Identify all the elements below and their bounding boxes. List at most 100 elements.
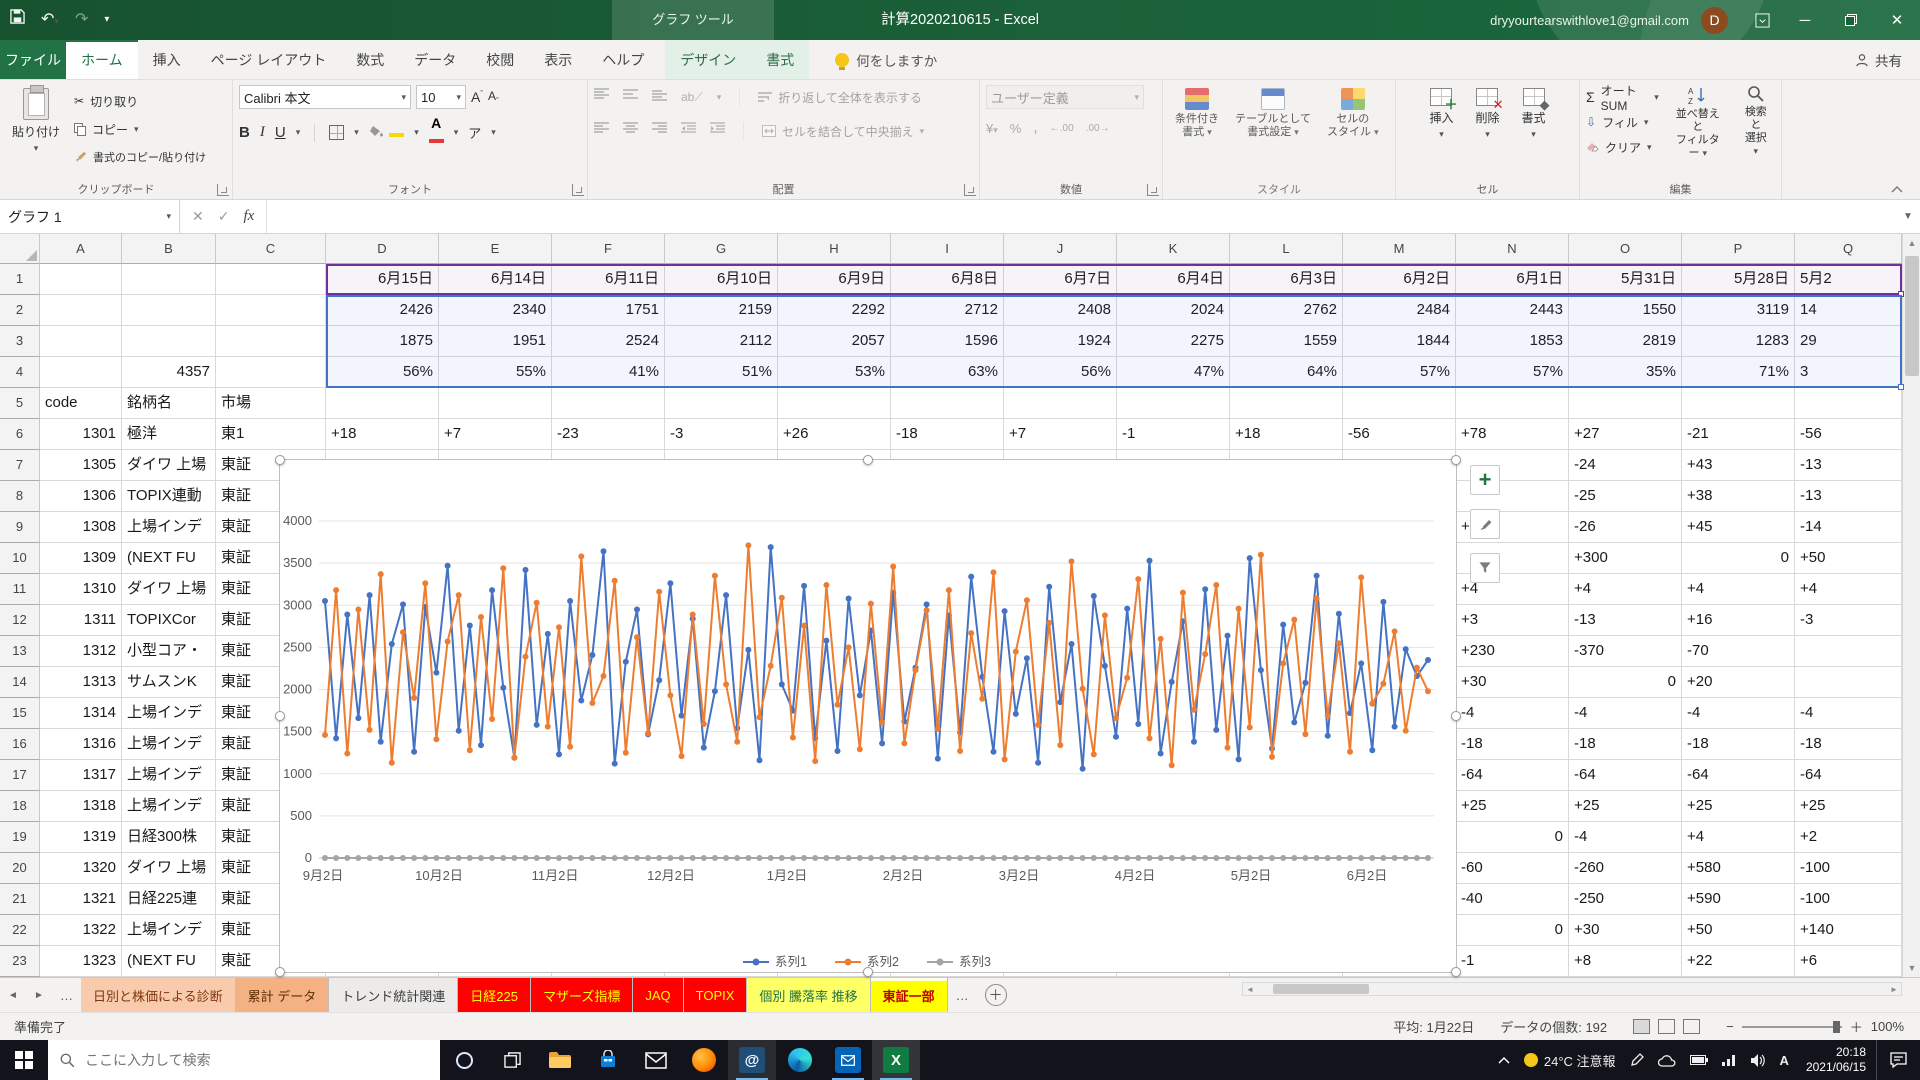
cell-P11[interactable]: +4 [1682, 574, 1795, 605]
cell-Q8[interactable]: -13 [1795, 481, 1902, 512]
cell-D3[interactable]: 1875 [326, 326, 439, 357]
store-button[interactable] [584, 1040, 632, 1080]
cell-O15[interactable]: -4 [1569, 698, 1682, 729]
delete-cells-button[interactable]: ✕ 削除▾ [1469, 85, 1505, 143]
outlook-button[interactable] [824, 1040, 872, 1080]
cell-N21[interactable]: -40 [1456, 884, 1569, 915]
tab-formulas[interactable]: 数式 [341, 40, 399, 79]
cell-A9[interactable]: 1308 [40, 512, 122, 543]
comma-style-button[interactable]: , [1033, 119, 1037, 137]
fill-color-button[interactable] [369, 124, 404, 142]
account-avatar[interactable]: D [1701, 7, 1728, 34]
tab-data[interactable]: データ [399, 40, 471, 79]
cortana-button[interactable] [440, 1040, 488, 1080]
cell-O22[interactable]: +30 [1569, 915, 1682, 946]
number-dialog-launcher[interactable] [1147, 184, 1159, 196]
cell-Q3[interactable]: 29 [1795, 326, 1902, 357]
cell-Q15[interactable]: -4 [1795, 698, 1902, 729]
sheet-more-left[interactable]: … [52, 978, 81, 1012]
borders-button[interactable] [329, 125, 344, 140]
cell-N20[interactable]: -60 [1456, 853, 1569, 884]
row-header-1[interactable]: 1 [0, 264, 40, 295]
cell-Q14[interactable] [1795, 667, 1902, 698]
cell-P9[interactable]: +45 [1682, 512, 1795, 543]
insert-function-icon[interactable]: fx [243, 208, 254, 225]
ime-indicator[interactable]: A [1773, 1040, 1796, 1080]
sheet-nav-left-icon[interactable]: ◄ [0, 978, 26, 1012]
align-top-icon[interactable] [594, 88, 609, 106]
cell-Q4[interactable]: 3 [1795, 357, 1902, 388]
cell-N5[interactable] [1456, 388, 1569, 419]
cell-J1[interactable]: 6月7日 [1004, 264, 1117, 295]
fill-button[interactable]: ⇩フィル▾ [1586, 112, 1659, 132]
cell-O6[interactable]: +27 [1569, 419, 1682, 450]
tray-chevron-icon[interactable] [1491, 1040, 1517, 1080]
cell-P6[interactable]: -21 [1682, 419, 1795, 450]
cell-Q17[interactable]: -64 [1795, 760, 1902, 791]
cell-Q5[interactable] [1795, 388, 1902, 419]
cell-B11[interactable]: ダイワ 上場 [122, 574, 216, 605]
cell-Q18[interactable]: +25 [1795, 791, 1902, 822]
shrink-font-button[interactable]: Aˇ [488, 89, 499, 105]
cell-P22[interactable]: +50 [1682, 915, 1795, 946]
cell-P18[interactable]: +25 [1682, 791, 1795, 822]
cell-O17[interactable]: -64 [1569, 760, 1682, 791]
percent-style-button[interactable]: % [1010, 121, 1022, 136]
col-header-H[interactable]: H [778, 234, 891, 264]
cell-M5[interactable] [1343, 388, 1456, 419]
cell-O13[interactable]: -370 [1569, 636, 1682, 667]
sheet-tab-個別 騰落率 推移[interactable]: 個別 騰落率 推移 [747, 978, 870, 1012]
increase-decimal-button[interactable]: ←.00 [1050, 123, 1074, 134]
cell-C6[interactable]: 東1 [216, 419, 326, 450]
cell-O11[interactable]: +4 [1569, 574, 1682, 605]
sheet-tab-東証一部[interactable]: 東証一部 [871, 978, 948, 1012]
chart-filter-button[interactable] [1470, 553, 1500, 583]
cell-F4[interactable]: 41% [552, 357, 665, 388]
cell-P19[interactable]: +4 [1682, 822, 1795, 853]
cell-B22[interactable]: 上場インデ [122, 915, 216, 946]
formula-input[interactable] [267, 200, 1896, 233]
cell-J3[interactable]: 1924 [1004, 326, 1117, 357]
row-header-20[interactable]: 20 [0, 853, 40, 884]
cell-A16[interactable]: 1316 [40, 729, 122, 760]
cell-G5[interactable] [665, 388, 778, 419]
number-format-combo[interactable]: ユーザー定義▾ [986, 85, 1144, 109]
row-header-13[interactable]: 13 [0, 636, 40, 667]
row-header-22[interactable]: 22 [0, 915, 40, 946]
cell-D1[interactable]: 6月15日 [326, 264, 439, 295]
cell-A5[interactable]: code [40, 388, 122, 419]
cell-P20[interactable]: +580 [1682, 853, 1795, 884]
cell-F2[interactable]: 1751 [552, 295, 665, 326]
cell-N13[interactable]: +230 [1456, 636, 1569, 667]
col-header-Q[interactable]: Q [1795, 234, 1902, 264]
battery-tray-icon[interactable] [1683, 1040, 1715, 1080]
grow-font-button[interactable]: Aˆ [471, 89, 483, 105]
cell-Q21[interactable]: -100 [1795, 884, 1902, 915]
format-cells-button[interactable]: ◆ 書式▾ [1516, 85, 1552, 143]
decrease-indent-icon[interactable] [681, 122, 696, 140]
cell-A2[interactable] [40, 295, 122, 326]
share-button[interactable]: 共有 [1837, 40, 1920, 79]
cell-E6[interactable]: +7 [439, 419, 552, 450]
sheet-tab-日別と株価による診断[interactable]: 日別と株価による診断 [81, 978, 236, 1012]
font-size-combo[interactable]: 10▾ [416, 85, 466, 109]
find-select-button[interactable]: 検索と選択 ▾ [1737, 85, 1775, 163]
tab-help[interactable]: ヘルプ [587, 40, 659, 79]
format-as-table-button[interactable]: テーブルとして書式設定 ▾ [1229, 85, 1317, 142]
cell-N17[interactable]: -64 [1456, 760, 1569, 791]
cell-B12[interactable]: TOPIXCor [122, 605, 216, 636]
sort-filter-button[interactable]: AZ 並べ替えとフィルター ▾ [1667, 85, 1729, 163]
chart-resize-handle[interactable] [275, 967, 285, 977]
cell-P14[interactable]: +20 [1682, 667, 1795, 698]
cell-E1[interactable]: 6月14日 [439, 264, 552, 295]
row-header-7[interactable]: 7 [0, 450, 40, 481]
zoom-in-icon[interactable]: ＋ [1850, 1017, 1863, 1036]
row-header-14[interactable]: 14 [0, 667, 40, 698]
volume-tray-icon[interactable] [1744, 1040, 1773, 1080]
cell-A10[interactable]: 1309 [40, 543, 122, 574]
col-header-N[interactable]: N [1456, 234, 1569, 264]
cell-B23[interactable]: (NEXT FU [122, 946, 216, 977]
cell-N1[interactable]: 6月1日 [1456, 264, 1569, 295]
cell-A21[interactable]: 1321 [40, 884, 122, 915]
cell-G1[interactable]: 6月10日 [665, 264, 778, 295]
